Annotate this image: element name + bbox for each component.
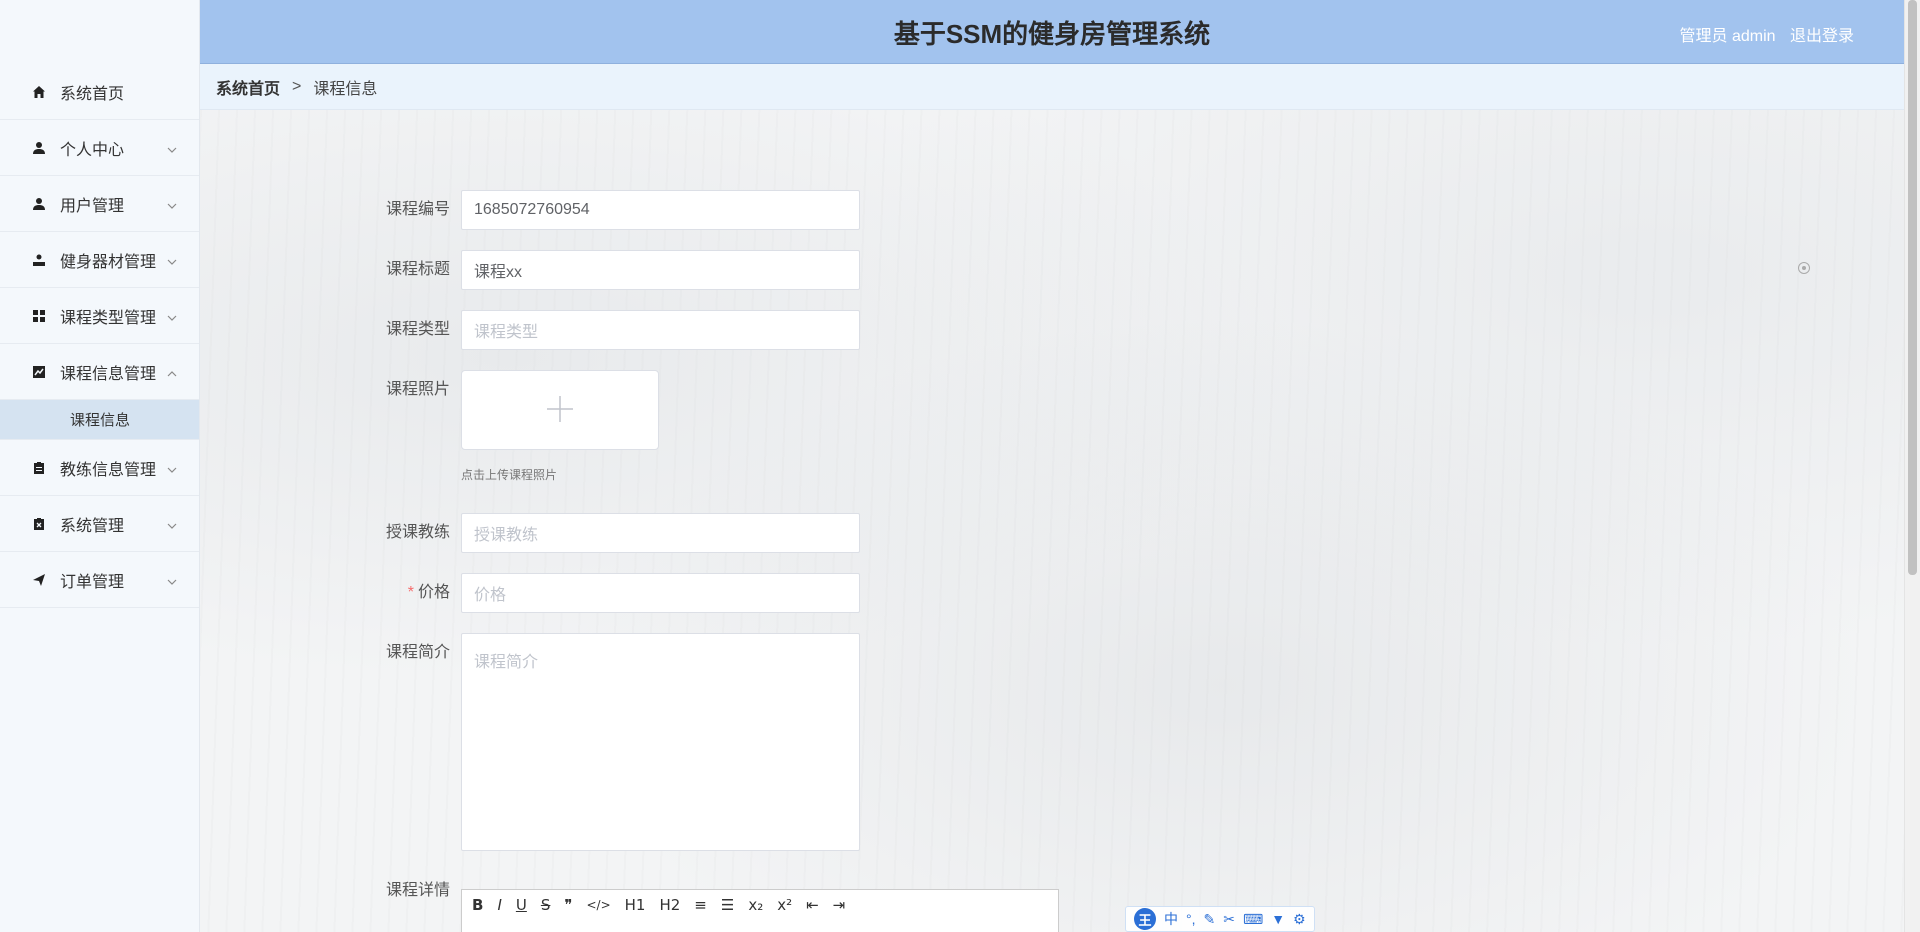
clipboard-icon bbox=[32, 461, 46, 475]
course-type-label: 课程类型 bbox=[385, 321, 450, 338]
dumbbell-icon bbox=[32, 253, 46, 267]
sidebar-item-label: 健身器材管理 bbox=[60, 253, 157, 271]
plus-icon bbox=[545, 394, 575, 427]
ime-punct-icon[interactable]: °, bbox=[1186, 911, 1196, 927]
course-photo-label: 课程照片 bbox=[385, 381, 450, 398]
ime-logo-icon: 王 bbox=[1134, 908, 1156, 930]
chevron-down-icon bbox=[167, 198, 177, 209]
bold-button[interactable]: B bbox=[472, 896, 483, 914]
rich-text-editor[interactable]: B I U S ❞ </> H1 H2 ≡ ☰ x₂ x² ⇤ ⇥ bbox=[461, 889, 1059, 932]
breadcrumb-separator: > bbox=[292, 77, 302, 95]
sidebar-item-label: 课程信息管理 bbox=[60, 365, 157, 383]
user-icon bbox=[32, 141, 46, 155]
price-label: * 价格 bbox=[200, 573, 450, 613]
sidebar-item-label: 系统首页 bbox=[60, 85, 125, 103]
top-header: 基于SSM的健身房管理系统 管理员 admin 退出登录 bbox=[200, 0, 1904, 64]
ime-pen-icon[interactable]: ✎ bbox=[1204, 911, 1216, 928]
editor-toolbar: B I U S ❞ </> H1 H2 ≡ ☰ x₂ x² ⇤ ⇥ bbox=[462, 890, 1058, 920]
sidebar-item-label: 课程类型管理 bbox=[60, 309, 157, 327]
chevron-up-icon bbox=[167, 366, 177, 376]
chevron-down-icon bbox=[167, 142, 177, 153]
user-area: 管理员 admin 退出登录 bbox=[1670, 22, 1855, 46]
clipboard-x-icon bbox=[32, 517, 46, 531]
ime-mode[interactable]: 中 bbox=[1164, 909, 1178, 929]
target-circle-icon bbox=[1798, 262, 1810, 274]
sidebar-item-user-management[interactable]: 用户管理 bbox=[0, 176, 199, 232]
ime-shirt-icon[interactable]: ▼ bbox=[1271, 911, 1285, 927]
breadcrumb-home[interactable]: 系统首页 bbox=[216, 75, 280, 99]
outdent-button[interactable]: ⇤ bbox=[806, 896, 819, 914]
main-content bbox=[200, 110, 1904, 932]
sidebar-item-label: 用户管理 bbox=[60, 197, 125, 215]
superscript-button[interactable]: x² bbox=[777, 896, 792, 914]
sidebar-item-equipment-management[interactable]: 健身器材管理 bbox=[0, 232, 199, 288]
sidebar-subitem-course-info[interactable]: 课程信息 bbox=[0, 400, 199, 440]
italic-button[interactable]: I bbox=[497, 896, 501, 914]
course-no-label: 课程编号 bbox=[385, 201, 450, 218]
chevron-down-icon bbox=[167, 310, 177, 321]
sidebar-subitem-label: 课程信息 bbox=[70, 412, 131, 429]
price-input[interactable]: 价格 bbox=[461, 573, 860, 613]
sidebar-item-course-type-management[interactable]: 课程类型管理 bbox=[0, 288, 199, 344]
page-scrollbar[interactable] bbox=[1904, 0, 1920, 932]
user-icon bbox=[32, 197, 46, 211]
sidebar: 系统首页 个人中心 用户管理 健身器材管理 课程类型管理 课程信息管理 课程信息… bbox=[0, 0, 200, 932]
indent-button[interactable]: ⇥ bbox=[833, 896, 846, 914]
price-label-text: 价格 bbox=[417, 584, 450, 601]
strike-button[interactable]: S bbox=[541, 896, 551, 914]
sidebar-item-home[interactable]: 系统首页 bbox=[0, 64, 199, 120]
coach-input[interactable]: 授课教练 bbox=[461, 513, 860, 553]
sidebar-item-label: 系统管理 bbox=[60, 517, 125, 535]
chevron-down-icon bbox=[167, 462, 177, 473]
ime-toolbar[interactable]: 王 中 °, ✎ ✂ ⌨ ▼ ⚙ bbox=[1125, 906, 1315, 932]
ime-scissors-icon[interactable]: ✂ bbox=[1223, 911, 1235, 928]
sidebar-item-system-management[interactable]: 系统管理 bbox=[0, 496, 199, 552]
underline-button[interactable]: U bbox=[516, 896, 527, 914]
sidebar-item-order-management[interactable]: 订单管理 bbox=[0, 552, 199, 608]
sidebar-item-label: 个人中心 bbox=[60, 141, 125, 159]
detail-label: 课程详情 bbox=[385, 882, 450, 899]
course-title-value: 课程xx bbox=[474, 264, 523, 281]
quote-button[interactable]: ❞ bbox=[564, 896, 572, 914]
grid-icon bbox=[32, 309, 46, 323]
send-icon bbox=[32, 573, 46, 587]
course-no-input[interactable]: 1685072760954 bbox=[461, 190, 860, 230]
course-title-label: 课程标题 bbox=[385, 261, 450, 278]
breadcrumb: 系统首页 > 课程信息 bbox=[200, 64, 1904, 110]
course-title-input[interactable]: 课程xx bbox=[461, 250, 860, 290]
required-mark: * bbox=[407, 584, 414, 601]
chart-icon bbox=[32, 365, 46, 379]
code-button[interactable]: </> bbox=[586, 898, 610, 912]
ordered-list-button[interactable]: ≡ bbox=[694, 896, 707, 914]
user-label: 管理员 admin bbox=[1679, 28, 1776, 45]
sidebar-item-coach-management[interactable]: 教练信息管理 bbox=[0, 440, 199, 496]
bullet-list-button[interactable]: ☰ bbox=[721, 896, 734, 914]
sidebar-top bbox=[0, 0, 199, 64]
home-icon bbox=[32, 85, 46, 99]
ime-settings-icon[interactable]: ⚙ bbox=[1293, 911, 1306, 928]
sidebar-item-label: 教练信息管理 bbox=[60, 461, 157, 479]
sidebar-item-label: 订单管理 bbox=[60, 573, 125, 591]
intro-label: 课程简介 bbox=[385, 644, 450, 661]
sidebar-item-course-info-management[interactable]: 课程信息管理 bbox=[0, 344, 199, 400]
sidebar-item-personal-center[interactable]: 个人中心 bbox=[0, 120, 199, 176]
chevron-down-icon bbox=[167, 518, 177, 529]
intro-textarea[interactable]: 课程简介 bbox=[461, 633, 860, 851]
upload-hint: 点击上传课程照片 bbox=[461, 468, 558, 482]
ime-keyboard-icon[interactable]: ⌨ bbox=[1243, 911, 1263, 928]
breadcrumb-current: 课程信息 bbox=[313, 80, 378, 98]
subscript-button[interactable]: x₂ bbox=[748, 896, 763, 914]
h2-button[interactable]: H2 bbox=[659, 896, 680, 914]
page-title: 基于SSM的健身房管理系统 bbox=[893, 19, 1211, 49]
coach-label: 授课教练 bbox=[385, 524, 450, 541]
photo-upload-button[interactable] bbox=[461, 370, 659, 450]
logout-button[interactable]: 退出登录 bbox=[1790, 28, 1854, 45]
h1-button[interactable]: H1 bbox=[625, 896, 646, 914]
course-type-input[interactable]: 课程类型 bbox=[461, 310, 860, 350]
chevron-down-icon bbox=[167, 254, 177, 265]
scrollbar-thumb[interactable] bbox=[1908, 0, 1917, 575]
chevron-down-icon bbox=[167, 574, 177, 585]
